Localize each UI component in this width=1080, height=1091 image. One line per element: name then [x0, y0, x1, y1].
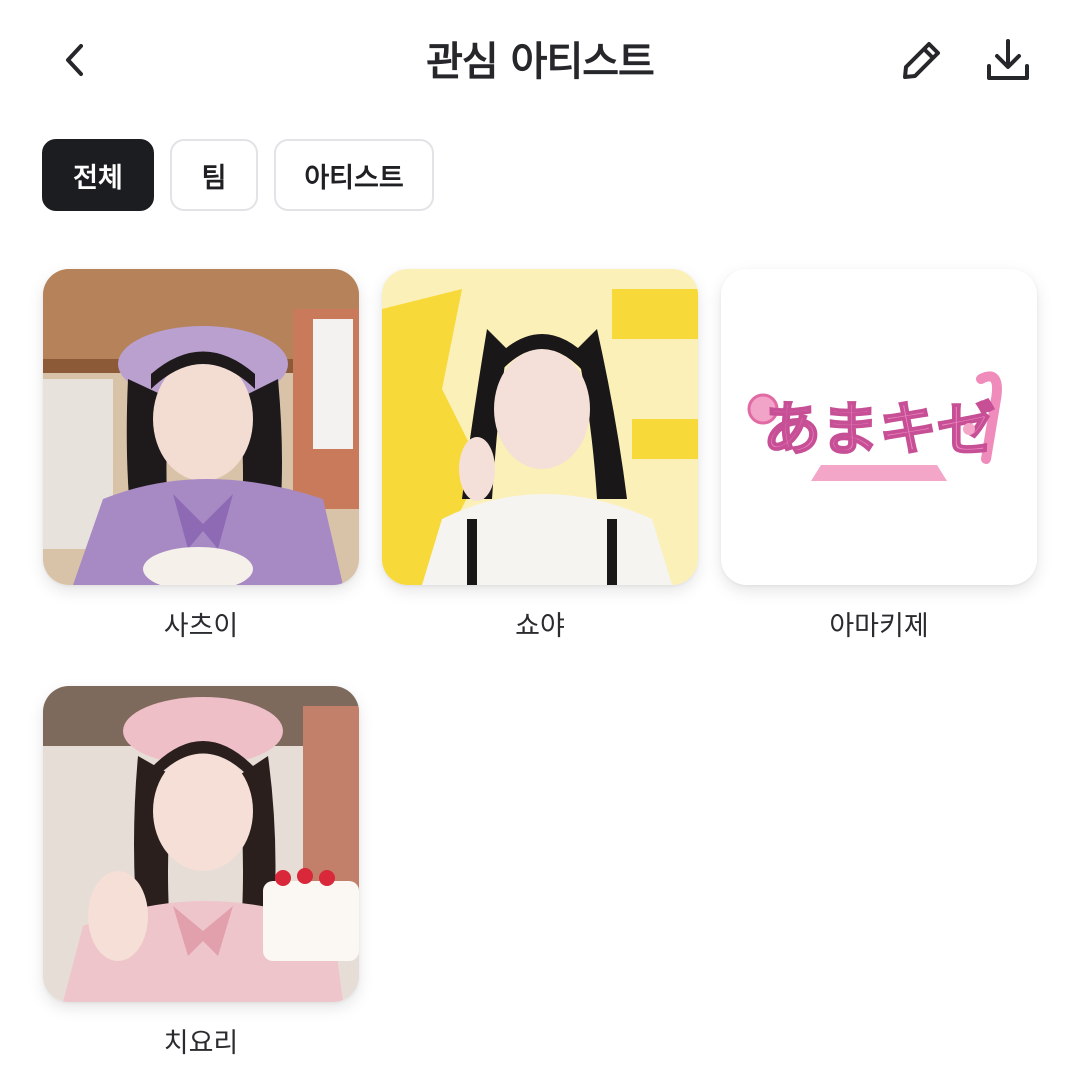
- tab-all[interactable]: 전체: [42, 139, 154, 211]
- download-icon: [984, 36, 1032, 88]
- artist-card-shoya[interactable]: 쇼야: [382, 269, 698, 645]
- artist-name: 사츠이: [163, 611, 239, 642]
- artist-name: 쇼야: [515, 611, 565, 642]
- artist-card-satsui[interactable]: 사츠이: [43, 269, 359, 645]
- edit-button[interactable]: [894, 34, 950, 90]
- amakize-logo-text: あまキゼ: [763, 395, 995, 463]
- tab-team[interactable]: 팀: [170, 139, 258, 211]
- artist-name: 치요리: [163, 1028, 239, 1059]
- artist-name: 아마키제: [829, 611, 929, 642]
- artist-card-chiyori[interactable]: 치요리: [43, 686, 359, 1062]
- pencil-icon: [898, 36, 946, 88]
- header: 관심 아티스트: [0, 0, 1080, 122]
- filter-tabs: 전체 팀 아티스트: [42, 139, 434, 211]
- download-button[interactable]: [980, 34, 1036, 90]
- artist-card-amakize[interactable]: あまキゼ 아마키제: [721, 269, 1037, 645]
- artist-logo: あまキゼ: [721, 269, 1037, 585]
- favorite-artists-screen: 관심 아티스트 전체 팀 아티스트 사츠이 쇼야 あまキゼ 아마키제 치요리: [0, 0, 1080, 1091]
- artist-photo: [43, 269, 359, 585]
- artist-photo: [382, 269, 698, 585]
- artist-photo: [43, 686, 359, 1002]
- tab-artist[interactable]: 아티스트: [274, 139, 434, 211]
